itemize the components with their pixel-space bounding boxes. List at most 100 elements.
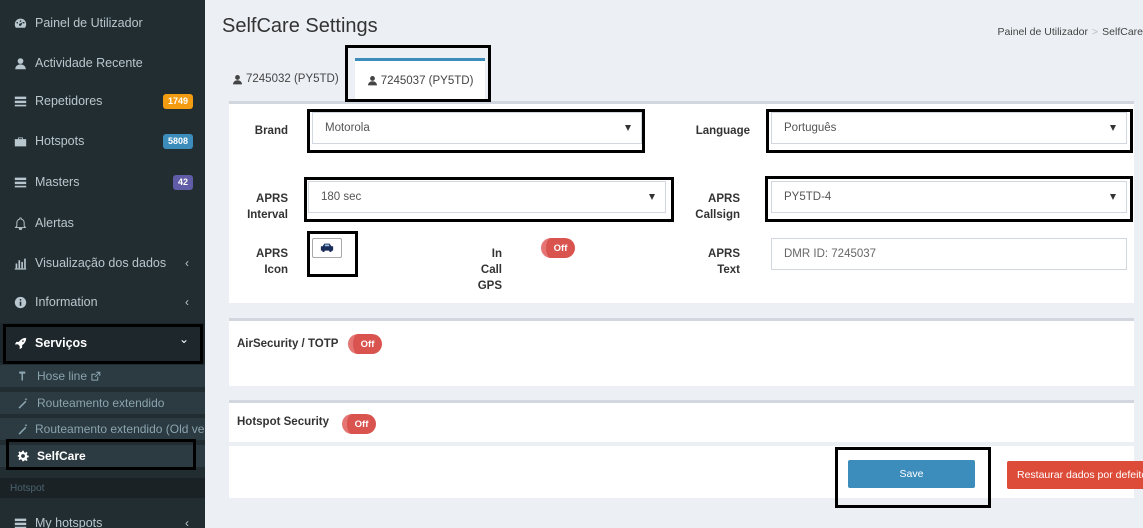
- aprs-interval-label-line2: Interval: [247, 209, 288, 221]
- sidebar-item-repeaters[interactable]: Repetidores 1749: [0, 81, 205, 121]
- caret-down-icon: [625, 125, 631, 131]
- language-selected-value: Português: [784, 122, 837, 134]
- aprs-icon-label-line1: APRS: [256, 248, 288, 260]
- chevron-left-icon: ‹: [185, 516, 189, 528]
- aprs-text-label-line1: APRS: [708, 248, 740, 260]
- repeaters-count-badge: 1749: [162, 94, 193, 109]
- sidebar-subitem-label: Routeamento extendido (Old version): [35, 422, 205, 436]
- magic-wand-icon: [17, 423, 29, 435]
- caret-down-icon: [1110, 194, 1116, 200]
- dashboard-icon: [13, 16, 27, 30]
- sidebar-subitem-label: Routeamento extendido: [37, 396, 165, 410]
- aprs-callsign-label: APRS Callsign: [690, 191, 740, 223]
- tab-7245032[interactable]: 7245032 (PY5TD): [222, 58, 349, 100]
- brand-select[interactable]: Motorola: [312, 112, 642, 144]
- sidebar-item-hotspots[interactable]: Hotspots 5808: [0, 121, 205, 161]
- language-select[interactable]: Português: [771, 112, 1127, 144]
- sidebar-item-alerts[interactable]: Alertas: [0, 203, 205, 243]
- sidebar-item-recent-activity[interactable]: Actividade Recente: [0, 43, 205, 83]
- bar-chart-icon: [13, 256, 27, 270]
- sidebar-item-masters[interactable]: Masters 42: [0, 162, 205, 202]
- brand-label: Brand: [254, 125, 288, 137]
- radio-id-tabs: 7245032 (PY5TD) 7245037 (PY5TD): [222, 58, 486, 100]
- info-icon: [13, 295, 27, 309]
- sidebar-item-label: Information: [35, 295, 98, 309]
- caret-down-icon: [1110, 125, 1116, 131]
- sidebar-item-dashboard[interactable]: Painel de Utilizador: [0, 3, 205, 43]
- in-call-gps-toggle[interactable]: Off: [541, 238, 575, 258]
- sidebar-item-label: Serviços: [35, 336, 88, 350]
- aprs-callsign-selected-value: PY5TD-4: [784, 191, 832, 203]
- tab-label: 7245037 (PY5TD): [380, 74, 474, 87]
- sidebar-item-label: Masters: [35, 175, 80, 189]
- sidebar-item-data-visualization[interactable]: Visualização dos dados ‹: [0, 243, 205, 283]
- airsecurity-label: AirSecurity / TOTP: [237, 338, 339, 350]
- hotspot-security-toggle[interactable]: Off: [342, 414, 376, 434]
- aprs-interval-selected-value: 180 sec: [321, 191, 362, 203]
- aprs-text-input[interactable]: DMR ID: 7245037: [771, 238, 1127, 270]
- sidebar-section-header: Hotspot: [0, 478, 205, 498]
- user-icon: [367, 76, 377, 86]
- breadcrumb: Painel de Utilizador > SelfCare: [998, 26, 1143, 38]
- aprs-icon-label: APRS Icon: [240, 246, 288, 278]
- sidebar-item-label: Painel de Utilizador: [35, 16, 143, 30]
- list-icon: [13, 175, 27, 189]
- in-call-gps-label: In Call GPS: [470, 246, 502, 294]
- language-label: Language: [695, 125, 750, 137]
- brand-selected-value: Motorola: [325, 122, 370, 134]
- sidebar-item-label: Repetidores: [35, 94, 103, 108]
- sidebar-item-services[interactable]: Serviços ⌄: [0, 323, 205, 363]
- chevron-down-icon: ⌄: [178, 332, 189, 346]
- page-title: SelfCare Settings: [222, 15, 378, 37]
- sidebar-item-label: Alertas: [35, 216, 74, 230]
- sidebar-item-label: My hotspots: [35, 516, 103, 528]
- aprs-text-label: APRS Text: [690, 246, 740, 278]
- in-call-gps-label-line1: In Call: [480, 248, 502, 276]
- list-icon: [13, 94, 27, 108]
- in-call-gps-label-line2: GPS: [477, 280, 502, 292]
- airsecurity-toggle[interactable]: Off: [348, 334, 382, 354]
- bell-icon: [13, 216, 27, 230]
- sidebar-item-label: Visualização dos dados: [35, 256, 167, 270]
- external-link-icon: [90, 371, 101, 382]
- chevron-left-icon: ‹: [185, 295, 189, 309]
- list-icon: [13, 516, 27, 528]
- aprs-interval-label-line1: APRS: [256, 193, 288, 205]
- aprs-callsign-label-line1: APRS: [708, 193, 740, 205]
- aprs-icon-label-line2: Icon: [264, 264, 288, 276]
- tab-7245037[interactable]: 7245037 (PY5TD): [354, 58, 486, 100]
- hotspots-count-badge: 5808: [162, 134, 193, 149]
- sidebar-subitem-extended-routing-old[interactable]: Routeamento extendido (Old version): [0, 418, 205, 440]
- aprs-icon-picker[interactable]: [312, 238, 342, 258]
- sidebar-item-label: Actividade Recente: [35, 56, 143, 70]
- aprs-callsign-select[interactable]: PY5TD-4: [771, 181, 1127, 213]
- tab-label: 7245032 (PY5TD): [246, 73, 339, 85]
- caret-down-icon: [649, 194, 655, 200]
- aprs-interval-label: APRS Interval: [240, 191, 288, 223]
- aprs-interval-select[interactable]: 180 sec: [308, 181, 666, 213]
- sidebar-subitem-label: SelfCare: [37, 449, 86, 463]
- save-button[interactable]: Save: [848, 460, 975, 488]
- car-icon: [320, 243, 334, 252]
- sidebar-subitem-hose-line[interactable]: Hose line: [0, 365, 205, 387]
- rocket-icon: [13, 336, 27, 350]
- gear-icon: [17, 450, 31, 462]
- hose-icon: [17, 370, 31, 382]
- sidebar-subitem-label: Hose line: [37, 369, 88, 383]
- aprs-callsign-label-line2: Callsign: [695, 209, 740, 221]
- user-icon: [233, 74, 242, 84]
- sidebar-item-my-hotspots[interactable]: My hotspots ‹: [0, 503, 205, 528]
- sidebar-subitem-extended-routing[interactable]: Routeamento extendido: [0, 392, 205, 414]
- briefcase-icon: [13, 134, 27, 148]
- breadcrumb-link-dashboard[interactable]: Painel de Utilizador: [998, 26, 1088, 38]
- sidebar-item-information[interactable]: Information ‹: [0, 282, 205, 322]
- masters-count-badge: 42: [172, 175, 193, 190]
- magic-wand-icon: [17, 397, 31, 409]
- user-icon: [13, 56, 27, 70]
- breadcrumb-separator: >: [1092, 26, 1099, 38]
- sidebar-item-label: Hotspots: [35, 134, 85, 148]
- restore-defaults-button[interactable]: Restaurar dados por defeito: [1007, 461, 1143, 489]
- sidebar: Painel de Utilizador Actividade Recente …: [0, 0, 205, 528]
- aprs-text-label-line2: Text: [717, 264, 740, 276]
- sidebar-subitem-selfcare[interactable]: SelfCare: [0, 445, 205, 467]
